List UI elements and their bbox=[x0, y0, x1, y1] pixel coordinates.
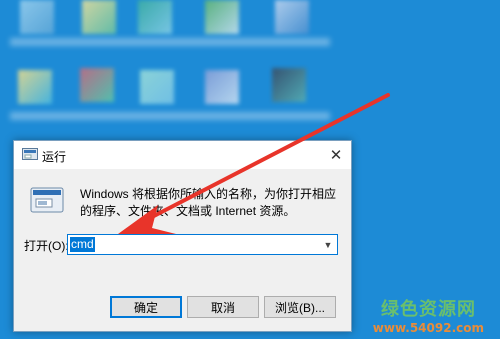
run-program-icon bbox=[30, 186, 64, 216]
desktop-icon[interactable] bbox=[18, 70, 52, 104]
desktop-icon[interactable] bbox=[205, 70, 239, 104]
desktop-icon-label bbox=[10, 112, 330, 120]
button-bar: 确定 取消 浏览(B)... bbox=[14, 287, 351, 331]
desktop-icon[interactable] bbox=[138, 0, 172, 34]
dialog-title: 运行 bbox=[42, 150, 67, 164]
desktop-icon[interactable] bbox=[205, 0, 239, 34]
watermark-url: www.54092.com bbox=[372, 321, 484, 335]
watermark: 绿色资源网 www.54092.com bbox=[346, 291, 496, 337]
desktop-icon-label bbox=[10, 38, 330, 46]
open-label: 打开(O): bbox=[24, 239, 69, 253]
chevron-down-icon[interactable]: ▼ bbox=[321, 237, 335, 252]
desktop-icon[interactable] bbox=[82, 0, 116, 34]
browse-button[interactable]: 浏览(B)... bbox=[264, 296, 336, 318]
run-dialog: 运行 ✕ Windows 将根据你所输入的名称，为你打开相应的程序、文件夹、文档… bbox=[13, 140, 352, 332]
desktop-icon[interactable] bbox=[80, 68, 114, 102]
desktop-icon[interactable] bbox=[275, 0, 309, 34]
dialog-description: Windows 将根据你所输入的名称，为你打开相应的程序、文件夹、文档或 Int… bbox=[80, 187, 337, 218]
watermark-text: 绿色资源网 bbox=[381, 299, 476, 320]
command-input[interactable]: cmd bbox=[70, 237, 95, 252]
ok-button[interactable]: 确定 bbox=[110, 296, 182, 318]
title-bar[interactable]: 运行 ✕ bbox=[14, 141, 351, 169]
command-combobox[interactable]: cmd ▼ bbox=[67, 234, 338, 255]
close-icon[interactable]: ✕ bbox=[321, 141, 351, 169]
run-app-icon bbox=[22, 148, 38, 162]
desktop-icon[interactable] bbox=[20, 0, 54, 34]
desktop-icon[interactable] bbox=[140, 70, 174, 104]
desktop-icon[interactable] bbox=[272, 68, 306, 102]
cancel-button[interactable]: 取消 bbox=[187, 296, 259, 318]
